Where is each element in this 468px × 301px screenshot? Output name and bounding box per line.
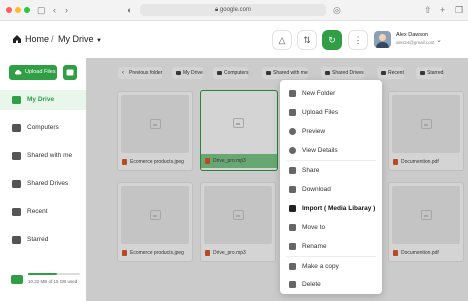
sidebar: Upload Files My Drive Computers Shared w… <box>0 58 86 301</box>
home-icon <box>13 35 21 43</box>
new-tab-icon[interactable]: + <box>440 4 445 16</box>
menu-item-preview[interactable]: Preview <box>280 122 382 141</box>
menu-item-download[interactable]: Download <box>280 180 382 199</box>
shared-drive-icon <box>12 180 21 188</box>
menu-item-label: Share <box>302 167 320 174</box>
chevron-down-icon: ⌄ <box>436 37 442 44</box>
sidebar-item-label: Starred <box>27 236 49 243</box>
menu-item-label: View Details <box>302 147 338 154</box>
maximize-window-icon[interactable] <box>24 7 30 13</box>
sidebar-item-shared-drives[interactable]: Shared Drives <box>0 174 86 194</box>
address-bar[interactable]: 🔒︎ google.com <box>140 4 326 16</box>
menu-item-label: Make a copy <box>302 263 339 270</box>
menu-item-new-folder[interactable]: New Folder <box>280 84 382 103</box>
user-email: alex24@gmail.com <box>396 40 435 45</box>
star-icon <box>12 236 21 244</box>
sidebar-item-label: My Drive <box>27 96 55 103</box>
pencil-icon <box>289 243 296 250</box>
storage-bar <box>28 273 80 275</box>
import-icon <box>289 205 296 212</box>
back-icon[interactable]: ‹ <box>53 4 56 16</box>
menu-item-label: Download <box>302 186 331 193</box>
kebab-menu-icon: ⋮ <box>353 34 363 45</box>
share-icon <box>289 167 296 174</box>
sidebar-item-starred[interactable]: Starred <box>0 230 86 250</box>
computer-icon <box>12 124 21 132</box>
sidebar-item-shared-with-me[interactable]: Shared with me <box>0 146 86 166</box>
breadcrumb-current[interactable]: My Drive ▼ <box>58 33 102 47</box>
info-icon <box>289 147 296 154</box>
sort-icon: ⇅ <box>303 34 311 45</box>
refresh-button[interactable]: ↻ <box>322 30 342 50</box>
sidebar-item-label: Shared with me <box>27 152 73 159</box>
modal-overlay[interactable] <box>86 58 468 301</box>
menu-item-move-to[interactable]: Move to <box>280 218 382 237</box>
cloud-upload-icon <box>14 69 22 75</box>
eye-icon <box>289 128 296 135</box>
upload-files-label: Upload Files <box>25 69 56 75</box>
menu-item-label: Preview <box>302 128 326 135</box>
menu-item-label: New Folder <box>302 90 336 97</box>
menu-item-label: Delete <box>302 281 321 288</box>
avatar <box>374 31 391 48</box>
sidebar-item-my-drive[interactable]: My Drive <box>0 90 86 110</box>
trash-icon <box>289 281 296 288</box>
breadcrumb-home[interactable]: Home <box>25 33 49 45</box>
folder-plus-icon <box>289 90 296 97</box>
tabs-overview-icon[interactable]: ❐ <box>455 4 463 16</box>
menu-item-import-media-library[interactable]: Import ( Media Libaray ) <box>280 199 382 218</box>
notifications-button[interactable]: △ <box>272 30 292 50</box>
refresh-icon: ↻ <box>328 34 336 45</box>
user-menu[interactable]: Alex Dawson alex24@gmail.com ⌄ <box>374 29 446 51</box>
storage-icon <box>11 275 23 284</box>
sidebar-toggle-icon[interactable]: ▢ <box>37 4 46 16</box>
shared-icon <box>12 152 21 160</box>
sort-button[interactable]: ⇅ <box>297 30 317 50</box>
context-menu: New Folder Upload Files Preview View Det… <box>280 80 382 294</box>
close-window-icon[interactable] <box>6 7 12 13</box>
menu-item-rename[interactable]: Rename <box>280 237 382 256</box>
app-window: ▢ ‹ › ◐ 🔒︎ google.com ◎ ⇧ + ❐ Home / My … <box>0 0 468 301</box>
forward-icon[interactable]: › <box>65 4 68 16</box>
breadcrumb-current-label: My Drive <box>58 34 94 44</box>
reader-icon[interactable]: ◎ <box>333 4 341 16</box>
more-options-button[interactable]: ⋮ <box>348 30 368 50</box>
menu-item-label: Rename <box>302 243 327 250</box>
menu-item-share[interactable]: Share <box>280 161 382 180</box>
sidebar-item-recent[interactable]: Recent <box>0 202 86 222</box>
bell-icon: △ <box>278 34 286 45</box>
privacy-icon[interactable]: ◐ <box>127 4 132 16</box>
folder-plus-icon <box>66 69 74 76</box>
sidebar-item-computers[interactable]: Computers <box>0 118 86 138</box>
user-name: Alex Dawson <box>396 32 429 38</box>
download-icon <box>289 186 296 193</box>
menu-item-upload-files[interactable]: Upload Files <box>280 103 382 122</box>
address-text: google.com <box>219 7 251 13</box>
menu-item-label: Import ( Media Libaray ) <box>302 205 376 212</box>
menu-item-view-details[interactable]: View Details <box>280 141 382 160</box>
copy-icon <box>289 263 296 270</box>
caret-down-icon: ▼ <box>96 38 102 44</box>
upload-icon <box>289 109 296 116</box>
minimize-window-icon[interactable] <box>15 7 21 13</box>
breadcrumb-separator: / <box>51 34 54 44</box>
storage-text: 10.22 MB of 15 GB used <box>28 279 78 284</box>
move-folder-icon <box>289 224 296 231</box>
storage-bar-fill <box>28 273 57 275</box>
menu-item-label: Move to <box>302 224 326 231</box>
clock-icon <box>12 208 21 216</box>
menu-item-make-copy[interactable]: Make a copy <box>280 257 382 276</box>
sidebar-item-label: Computers <box>27 124 59 131</box>
upload-files-button[interactable]: Upload Files <box>9 65 57 80</box>
menu-item-label: Upload Files <box>302 109 339 116</box>
browser-toolbar: ▢ ‹ › ◐ 🔒︎ google.com ◎ ⇧ + ❐ <box>0 0 468 21</box>
drive-icon <box>12 96 21 104</box>
sidebar-item-label: Recent <box>27 208 48 215</box>
menu-item-delete[interactable]: Delete <box>280 275 382 294</box>
share-page-icon[interactable]: ⇧ <box>424 4 432 16</box>
sidebar-item-label: Shared Drives <box>27 180 69 187</box>
storage-indicator: 10.22 MB of 15 GB used <box>10 272 82 290</box>
new-folder-button[interactable] <box>63 65 77 80</box>
app-header: Home / My Drive ▼ △ ⇅ ↻ ⋮ Alex Dawson al… <box>0 21 468 58</box>
